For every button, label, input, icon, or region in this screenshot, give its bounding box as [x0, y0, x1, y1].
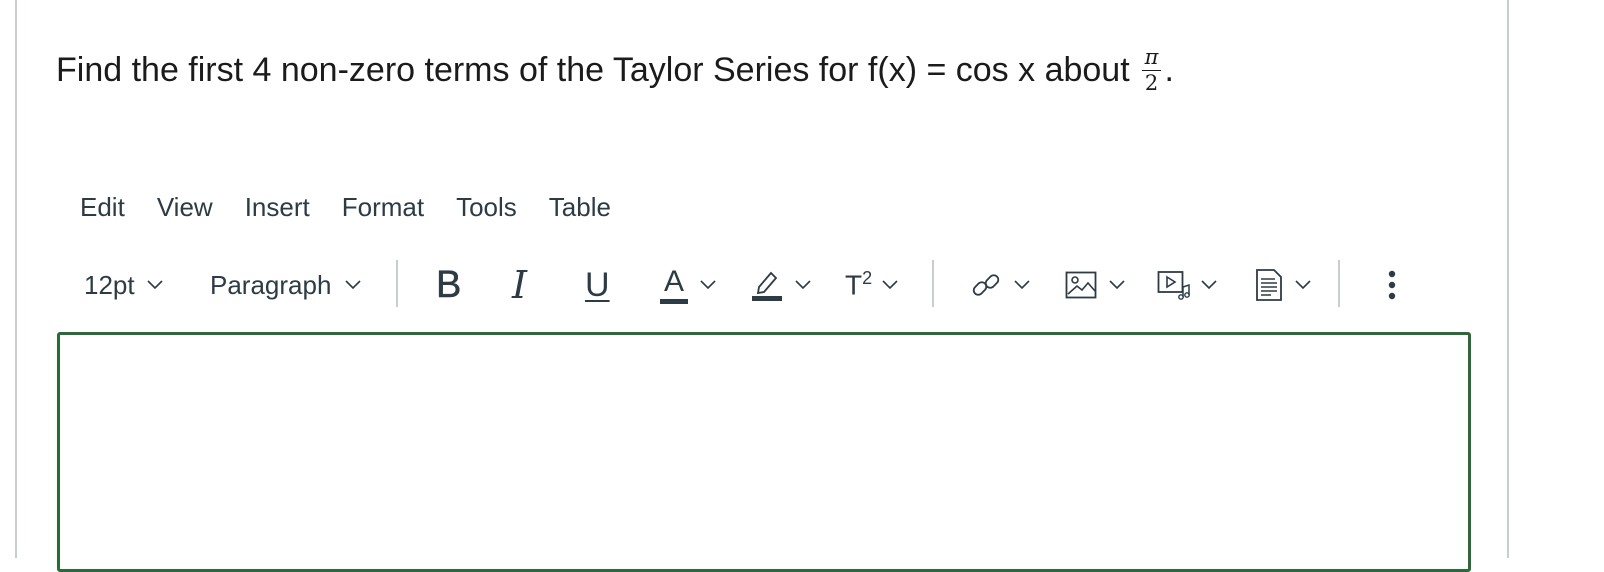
question-body: Find the first 4 non-zero terms of the T…	[56, 51, 1130, 89]
font-size-value: 12pt	[84, 269, 135, 300]
toolbar-separator	[1338, 260, 1340, 307]
more-options-button[interactable]	[1382, 255, 1402, 315]
menu-edit[interactable]: Edit	[80, 192, 125, 223]
question-text: Find the first 4 non-zero terms of the T…	[56, 44, 1174, 96]
superscript-exp: 2	[862, 268, 873, 289]
toolbar-separator	[396, 260, 398, 307]
text-color-bar	[660, 298, 688, 304]
block-format-dropdown[interactable]: Paragraph	[210, 255, 361, 315]
more-vertical-icon	[1388, 270, 1396, 300]
menu-table[interactable]: Table	[549, 192, 611, 223]
fraction-denominator: 2	[1144, 70, 1159, 95]
link-icon	[972, 274, 1000, 296]
superscript-base: T	[845, 269, 863, 301]
highlight-color-button[interactable]	[751, 255, 811, 315]
menu-insert[interactable]: Insert	[245, 192, 310, 223]
bold-icon: B	[436, 263, 462, 306]
image-button[interactable]	[1065, 255, 1125, 315]
question-period: .	[1164, 51, 1174, 89]
underline-icon: U	[585, 265, 610, 304]
document-button[interactable]	[1255, 255, 1311, 315]
chevron-down-icon	[1014, 280, 1030, 290]
link-button[interactable]	[970, 255, 1030, 315]
text-color-button[interactable]: A	[660, 255, 716, 315]
chevron-down-icon	[345, 280, 361, 290]
fraction-pi-over-2: π 2	[1141, 46, 1162, 95]
font-size-dropdown[interactable]: 12pt	[84, 255, 163, 315]
chevron-down-icon	[700, 280, 716, 290]
chevron-down-icon	[1201, 280, 1217, 290]
menu-format[interactable]: Format	[342, 192, 424, 223]
superscript-button[interactable]: T2	[845, 255, 898, 315]
chevron-down-icon	[147, 280, 163, 290]
menu-tools[interactable]: Tools	[456, 192, 517, 223]
highlight-icon	[752, 271, 782, 301]
media-button[interactable]	[1157, 255, 1217, 315]
media-icon	[1157, 271, 1190, 300]
rich-text-editor[interactable]	[57, 332, 1471, 572]
text-color-icon: A	[660, 264, 688, 304]
editor-toolbar: 12pt Paragraph B I U A T2	[0, 255, 1604, 315]
menu-view[interactable]: View	[157, 192, 213, 223]
chevron-down-icon	[1295, 280, 1311, 290]
chevron-down-icon	[795, 280, 811, 290]
text-color-letter: A	[663, 264, 684, 298]
document-icon	[1256, 269, 1282, 301]
italic-icon: I	[512, 263, 528, 307]
italic-button[interactable]: I	[512, 255, 527, 315]
chevron-down-icon	[882, 280, 898, 290]
bold-button[interactable]: B	[436, 255, 462, 315]
image-icon	[1065, 271, 1097, 299]
editor-content[interactable]	[60, 335, 1468, 569]
fraction-numerator: π	[1141, 46, 1162, 71]
chevron-down-icon	[1109, 280, 1125, 290]
underline-button[interactable]: U	[585, 255, 610, 315]
block-format-value: Paragraph	[210, 269, 332, 300]
superscript-icon: T2	[845, 268, 872, 301]
editor-menubar: Edit View Insert Format Tools Table	[80, 192, 643, 223]
toolbar-separator	[932, 260, 934, 307]
